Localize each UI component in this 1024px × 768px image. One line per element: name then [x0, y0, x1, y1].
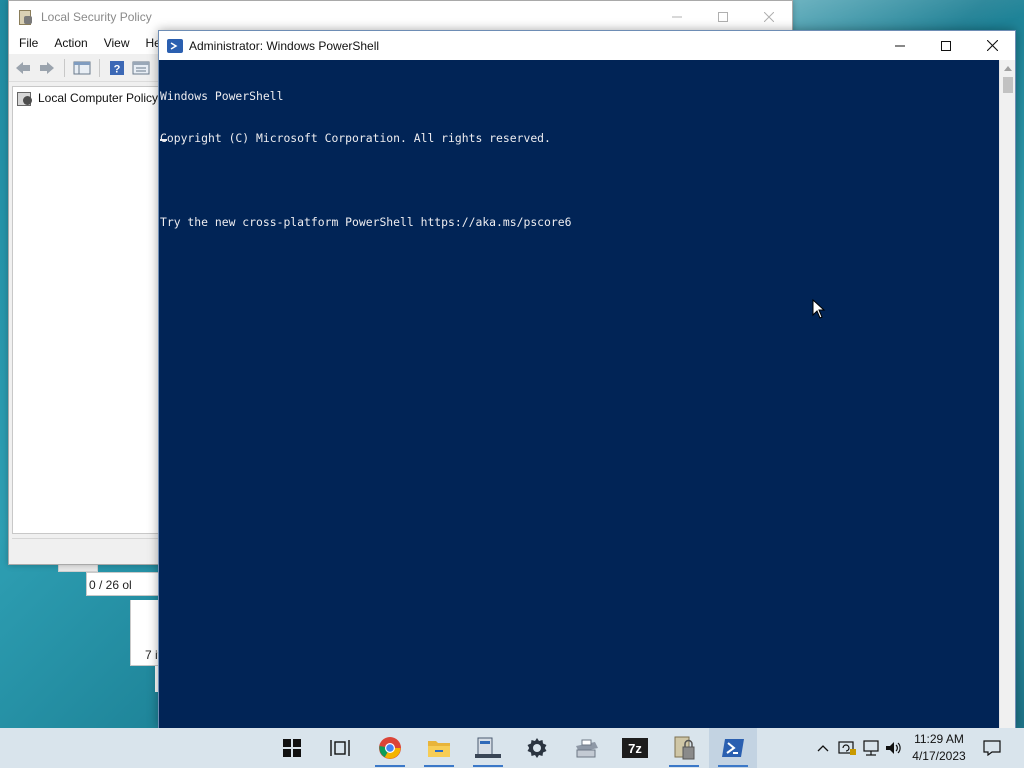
chrome-icon [379, 737, 401, 759]
taskbar-printer[interactable] [562, 728, 610, 768]
tree-item-local-computer-policy[interactable]: Local Computer Policy [13, 87, 161, 109]
settings-icon [527, 738, 547, 758]
notification-icon [983, 740, 1001, 756]
action-center-button[interactable] [980, 728, 1004, 768]
lsp-status-bar [12, 538, 162, 560]
properties-button[interactable] [131, 58, 151, 78]
maximize-icon [941, 40, 951, 51]
task-view-button[interactable] [316, 728, 364, 768]
forward-arrow-icon [40, 61, 54, 74]
7zip-label: 7z [628, 741, 642, 756]
taskbar-7zip[interactable]: 7z [611, 728, 659, 768]
back-arrow-icon [16, 61, 30, 74]
taskbar-settings[interactable] [513, 728, 561, 768]
scroll-up-button[interactable] [1000, 60, 1015, 76]
lsp-close-button[interactable] [746, 1, 792, 32]
help-button[interactable]: ? [107, 58, 127, 78]
policy-icon [16, 90, 34, 106]
close-icon [764, 11, 774, 22]
powershell-console[interactable]: Windows PowerShell Copyright (C) Microso… [159, 60, 999, 728]
menu-view[interactable]: View [96, 36, 138, 50]
lsp-window-title: Local Security Policy [41, 9, 152, 24]
taskbar-security-policy[interactable] [660, 728, 708, 768]
forward-button[interactable] [37, 58, 57, 78]
console-line: Try the new cross-platform PowerShell ht… [160, 215, 572, 229]
mouse-pointer-icon [812, 299, 826, 319]
ps-minimize-button[interactable] [877, 31, 923, 60]
menu-action[interactable]: Action [46, 36, 95, 50]
ps-maximize-button[interactable] [923, 31, 969, 60]
scrollbar-thumb[interactable] [1003, 77, 1013, 93]
console-tree-icon [73, 61, 91, 74]
minimize-icon [672, 16, 682, 17]
text-cursor [160, 139, 167, 141]
console-scrollbar[interactable] [999, 60, 1015, 728]
tray-network-button[interactable] [860, 728, 882, 768]
background-status-text: 0 / 26 ol [89, 578, 132, 592]
chevron-up-icon [817, 745, 829, 752]
console-tree-pane[interactable]: Local Computer Policy [12, 86, 162, 534]
properties-icon [132, 61, 150, 74]
taskbar-chrome[interactable] [366, 728, 414, 768]
tray-update-icon-button[interactable] [836, 728, 858, 768]
show-hide-tree-button[interactable] [72, 58, 92, 78]
maximize-icon [718, 11, 728, 22]
taskbar: 7z 11:29 AM 4/17/2023 [0, 728, 1024, 768]
start-icon [283, 739, 301, 757]
prompt-chevron-icon [170, 41, 178, 50]
powershell-window[interactable]: Administrator: Windows PowerShell Window… [158, 30, 1016, 728]
scroll-up-arrow-icon [1003, 65, 1012, 71]
powershell-icon [722, 739, 744, 757]
background-window-status: 0 / 26 ol [86, 572, 166, 596]
toolbar-separator [99, 58, 100, 77]
taskbar-clock[interactable]: 11:29 AM 4/17/2023 [905, 731, 973, 765]
minimize-icon [895, 45, 905, 46]
show-hidden-icons-button[interactable] [812, 728, 834, 768]
taskbar-server-manager[interactable] [464, 728, 512, 768]
windows-update-icon [838, 741, 856, 755]
powershell-titlebar[interactable]: Administrator: Windows PowerShell [159, 31, 1015, 60]
powershell-app-icon [167, 38, 183, 53]
clock-time: 11:29 AM [914, 732, 964, 746]
toolbar-separator [64, 58, 65, 77]
console-line: Windows PowerShell [160, 89, 284, 103]
powershell-window-title: Administrator: Windows PowerShell [189, 38, 380, 53]
server-manager-icon [475, 737, 501, 758]
volume-icon [886, 742, 901, 754]
start-button[interactable] [268, 728, 316, 768]
taskbar-powershell[interactable] [709, 728, 757, 768]
ps-close-button[interactable] [969, 31, 1015, 60]
back-button[interactable] [13, 58, 33, 78]
lsp-titlebar[interactable]: Local Security Policy [9, 1, 792, 32]
task-view-icon [330, 740, 350, 756]
file-explorer-icon [428, 741, 450, 757]
tree-item-label: Local Computer Policy [38, 91, 159, 105]
network-icon [863, 740, 879, 756]
console-line: Copyright (C) Microsoft Corporation. All… [160, 131, 551, 145]
menu-file[interactable]: File [11, 36, 46, 50]
close-icon [986, 40, 998, 51]
tray-volume-button[interactable] [883, 728, 905, 768]
security-policy-icon [674, 736, 695, 760]
printer-icon [576, 739, 598, 758]
lsp-minimize-button[interactable] [654, 1, 700, 32]
lsp-maximize-button[interactable] [700, 1, 746, 32]
help-icon: ? [110, 60, 124, 75]
7zip-icon: 7z [622, 738, 648, 758]
svg-text:?: ? [114, 63, 121, 75]
security-policy-app-icon [17, 9, 33, 25]
clock-date: 4/17/2023 [912, 749, 966, 763]
taskbar-file-explorer[interactable] [415, 728, 463, 768]
